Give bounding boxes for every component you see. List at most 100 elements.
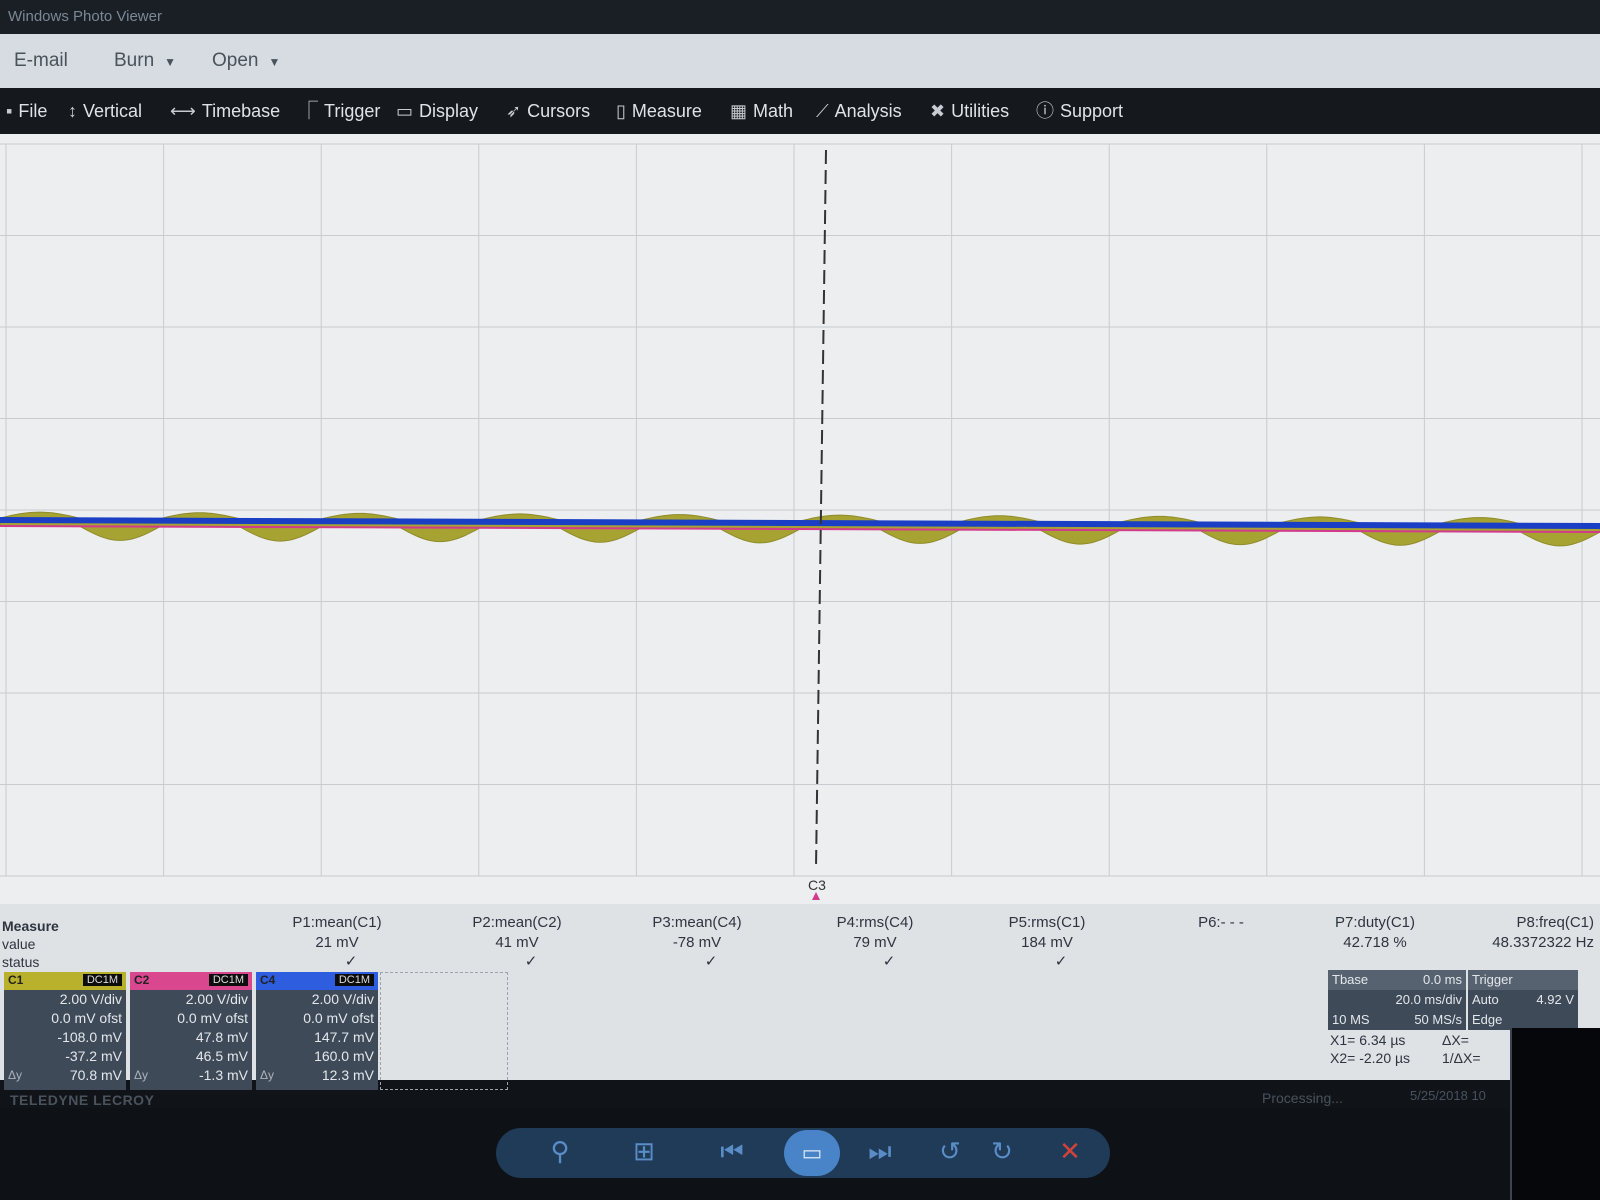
vertical-arrows-icon: ↕ bbox=[68, 101, 77, 121]
cursor-icon: ➶ bbox=[506, 101, 522, 121]
c2-coupling: DC1M bbox=[208, 974, 248, 986]
param-p2-value: 41 mV bbox=[495, 934, 539, 951]
timebase-rate: 50 MS/s bbox=[1414, 1012, 1462, 1027]
timebase-delay: 0.0 ms bbox=[1422, 972, 1462, 987]
param-p2-name[interactable]: P2:mean(C2) bbox=[432, 914, 602, 931]
chevron-down-icon: ▼ bbox=[268, 55, 281, 69]
menu-trigger[interactable]: ⎾ Trigger bbox=[300, 98, 380, 124]
param-p4-value: 79 mV bbox=[853, 934, 897, 951]
param-p2-status: ✓ bbox=[524, 953, 538, 970]
param-p5-status: ✓ bbox=[1054, 953, 1068, 970]
param-p1-name[interactable]: P1:mean(C1) bbox=[252, 914, 422, 931]
trigger-level: 4.92 V bbox=[1536, 992, 1574, 1007]
channel-c1-descriptor[interactable]: C1 DC1M 2.00 V/div 0.0 mV ofst -108.0 mV… bbox=[4, 972, 126, 1090]
cursor-x1: X1= 6.34 µs bbox=[1330, 1032, 1406, 1048]
slideshow-button[interactable]: ▭ bbox=[784, 1130, 840, 1176]
menu-file-label: File bbox=[18, 101, 48, 121]
trigger-label: Trigger bbox=[1472, 972, 1513, 987]
trigger-header: Trigger bbox=[1468, 970, 1578, 990]
timebase-header: Tbase 0.0 ms bbox=[1328, 970, 1466, 990]
menu-analysis[interactable]: ⟋ Analysis bbox=[816, 98, 902, 124]
actual-size-icon[interactable]: ⊞ bbox=[622, 1136, 666, 1167]
c1-vdiv: 2.00 V/div bbox=[59, 991, 122, 1007]
value-row-label: value bbox=[2, 936, 36, 952]
menu-display[interactable]: ▭ Display bbox=[396, 98, 478, 124]
slideshow-icon: ▭ bbox=[801, 1140, 823, 1165]
menu-utilities[interactable]: ✖ Utilities bbox=[930, 98, 1009, 124]
graticule bbox=[0, 143, 1600, 877]
menu-math[interactable]: ▦ Math bbox=[730, 98, 793, 124]
param-p4-status: ✓ bbox=[882, 953, 896, 970]
window-title: Windows Photo Viewer bbox=[8, 8, 162, 25]
param-p3-status: ✓ bbox=[704, 953, 718, 970]
menu-support-label: Support bbox=[1060, 101, 1124, 121]
trigger-descriptor[interactable]: Trigger Auto 4.92 V Edge bbox=[1468, 970, 1578, 1030]
c1-cursor-2: -37.2 mV bbox=[65, 1048, 122, 1064]
time-cursor[interactable] bbox=[815, 149, 827, 869]
date-time: 5/25/2018 10 bbox=[1410, 1088, 1486, 1103]
param-p8-name[interactable]: P8:freq(C1) bbox=[1424, 914, 1594, 931]
timebase-tdiv: 20.0 ms/div bbox=[1395, 992, 1462, 1007]
menu-cursors[interactable]: ➶ Cursors bbox=[506, 98, 590, 124]
c4-delta-row: Δy 12.3 mV bbox=[256, 1066, 378, 1085]
menu-measure[interactable]: ▯ Measure bbox=[616, 98, 702, 124]
cursor-x2: X2= -2.20 µs bbox=[1330, 1050, 1411, 1066]
waveform-grid[interactable]: C3 bbox=[0, 134, 1600, 904]
menu-display-label: Display bbox=[419, 101, 479, 121]
menu-cursors-label: Cursors bbox=[527, 101, 591, 121]
menu-vertical-label: Vertical bbox=[83, 101, 143, 121]
trigger-icon: ⎾ bbox=[300, 101, 318, 121]
param-p8-value: 48.3372322 Hz bbox=[1492, 934, 1594, 951]
menu-support[interactable]: ⓘ Support bbox=[1036, 98, 1123, 124]
c1-delta-label: Δy bbox=[8, 1068, 23, 1082]
rotate-right-icon[interactable]: ↻ bbox=[980, 1136, 1024, 1167]
c1-header: C1 DC1M bbox=[4, 972, 126, 990]
channel-c4-descriptor[interactable]: C4 DC1M 2.00 V/div 0.0 mV ofst 147.7 mV … bbox=[256, 972, 378, 1090]
c2-offset: 0.0 mV ofst bbox=[177, 1010, 248, 1026]
trigger-mode: Auto bbox=[1472, 992, 1499, 1007]
param-p4-name[interactable]: P4:rms(C4) bbox=[790, 914, 960, 931]
c4-delta-label: Δy bbox=[260, 1068, 275, 1082]
c4-vdiv: 2.00 V/div bbox=[311, 991, 374, 1007]
c1-delta-row: Δy 70.8 mV bbox=[4, 1066, 126, 1085]
empty-channel-slot[interactable] bbox=[380, 972, 508, 1090]
burn-button[interactable]: Burn ▼ bbox=[114, 50, 176, 72]
horizontal-arrows-icon: ⟷ bbox=[170, 101, 196, 121]
timebase-samples: 10 MS bbox=[1332, 1012, 1370, 1027]
param-p6-name[interactable]: P6:- - - bbox=[1136, 914, 1306, 931]
previous-icon[interactable]: ⏮ bbox=[710, 1136, 754, 1168]
c2-header: C2 DC1M bbox=[130, 972, 252, 990]
menu-file[interactable]: ▪ File bbox=[6, 98, 47, 124]
c2-vdiv: 2.00 V/div bbox=[185, 991, 248, 1007]
c2-cursor-1: 47.8 mV bbox=[195, 1029, 248, 1045]
open-button[interactable]: Open ▼ bbox=[212, 50, 280, 72]
chevron-down-icon: ▼ bbox=[164, 55, 177, 69]
c1-cursor-1: -108.0 mV bbox=[57, 1029, 122, 1045]
menu-vertical[interactable]: ↕ Vertical bbox=[68, 98, 142, 124]
zoom-icon[interactable]: ⚲ bbox=[538, 1136, 582, 1167]
param-p5-name[interactable]: P5:rms(C1) bbox=[962, 914, 1132, 931]
timebase-descriptor[interactable]: Tbase 0.0 ms 20.0 ms/div 10 MS 50 MS/s bbox=[1328, 970, 1466, 1030]
c1-tag: C1 bbox=[8, 973, 24, 987]
delete-icon[interactable]: ✕ bbox=[1048, 1136, 1092, 1167]
email-button[interactable]: E-mail bbox=[14, 50, 68, 72]
trigger-mode-row: Auto 4.92 V bbox=[1468, 990, 1578, 1010]
info-icon: ⓘ bbox=[1036, 101, 1054, 121]
menu-trigger-label: Trigger bbox=[324, 101, 381, 121]
c4-cursor-1: 147.7 mV bbox=[314, 1029, 374, 1045]
waveform-display: C3 bbox=[0, 143, 1600, 900]
menu-timebase[interactable]: ⟷ Timebase bbox=[170, 98, 280, 124]
param-p1-value: 21 mV bbox=[315, 934, 359, 951]
next-icon[interactable]: ⏭ bbox=[858, 1136, 902, 1168]
cursor-inverse-delta-x: 1/ΔX= bbox=[1442, 1050, 1481, 1066]
utilities-tools-icon: ✖ bbox=[930, 101, 946, 121]
c4-delta-value: 12.3 mV bbox=[321, 1067, 374, 1083]
analysis-chart-icon: ⟋ bbox=[816, 101, 829, 121]
channel-c2-descriptor[interactable]: C2 DC1M 2.00 V/div 0.0 mV ofst 47.8 mV 4… bbox=[130, 972, 252, 1090]
measure-title: Measure bbox=[2, 918, 59, 934]
param-p5-value: 184 mV bbox=[1021, 934, 1073, 951]
brand-logo: TELEDYNE LECROY bbox=[10, 1092, 155, 1108]
param-p3-name[interactable]: P3:mean(C4) bbox=[612, 914, 782, 931]
rotate-left-icon[interactable]: ↺ bbox=[928, 1136, 972, 1167]
param-p1-status: ✓ bbox=[344, 953, 358, 970]
